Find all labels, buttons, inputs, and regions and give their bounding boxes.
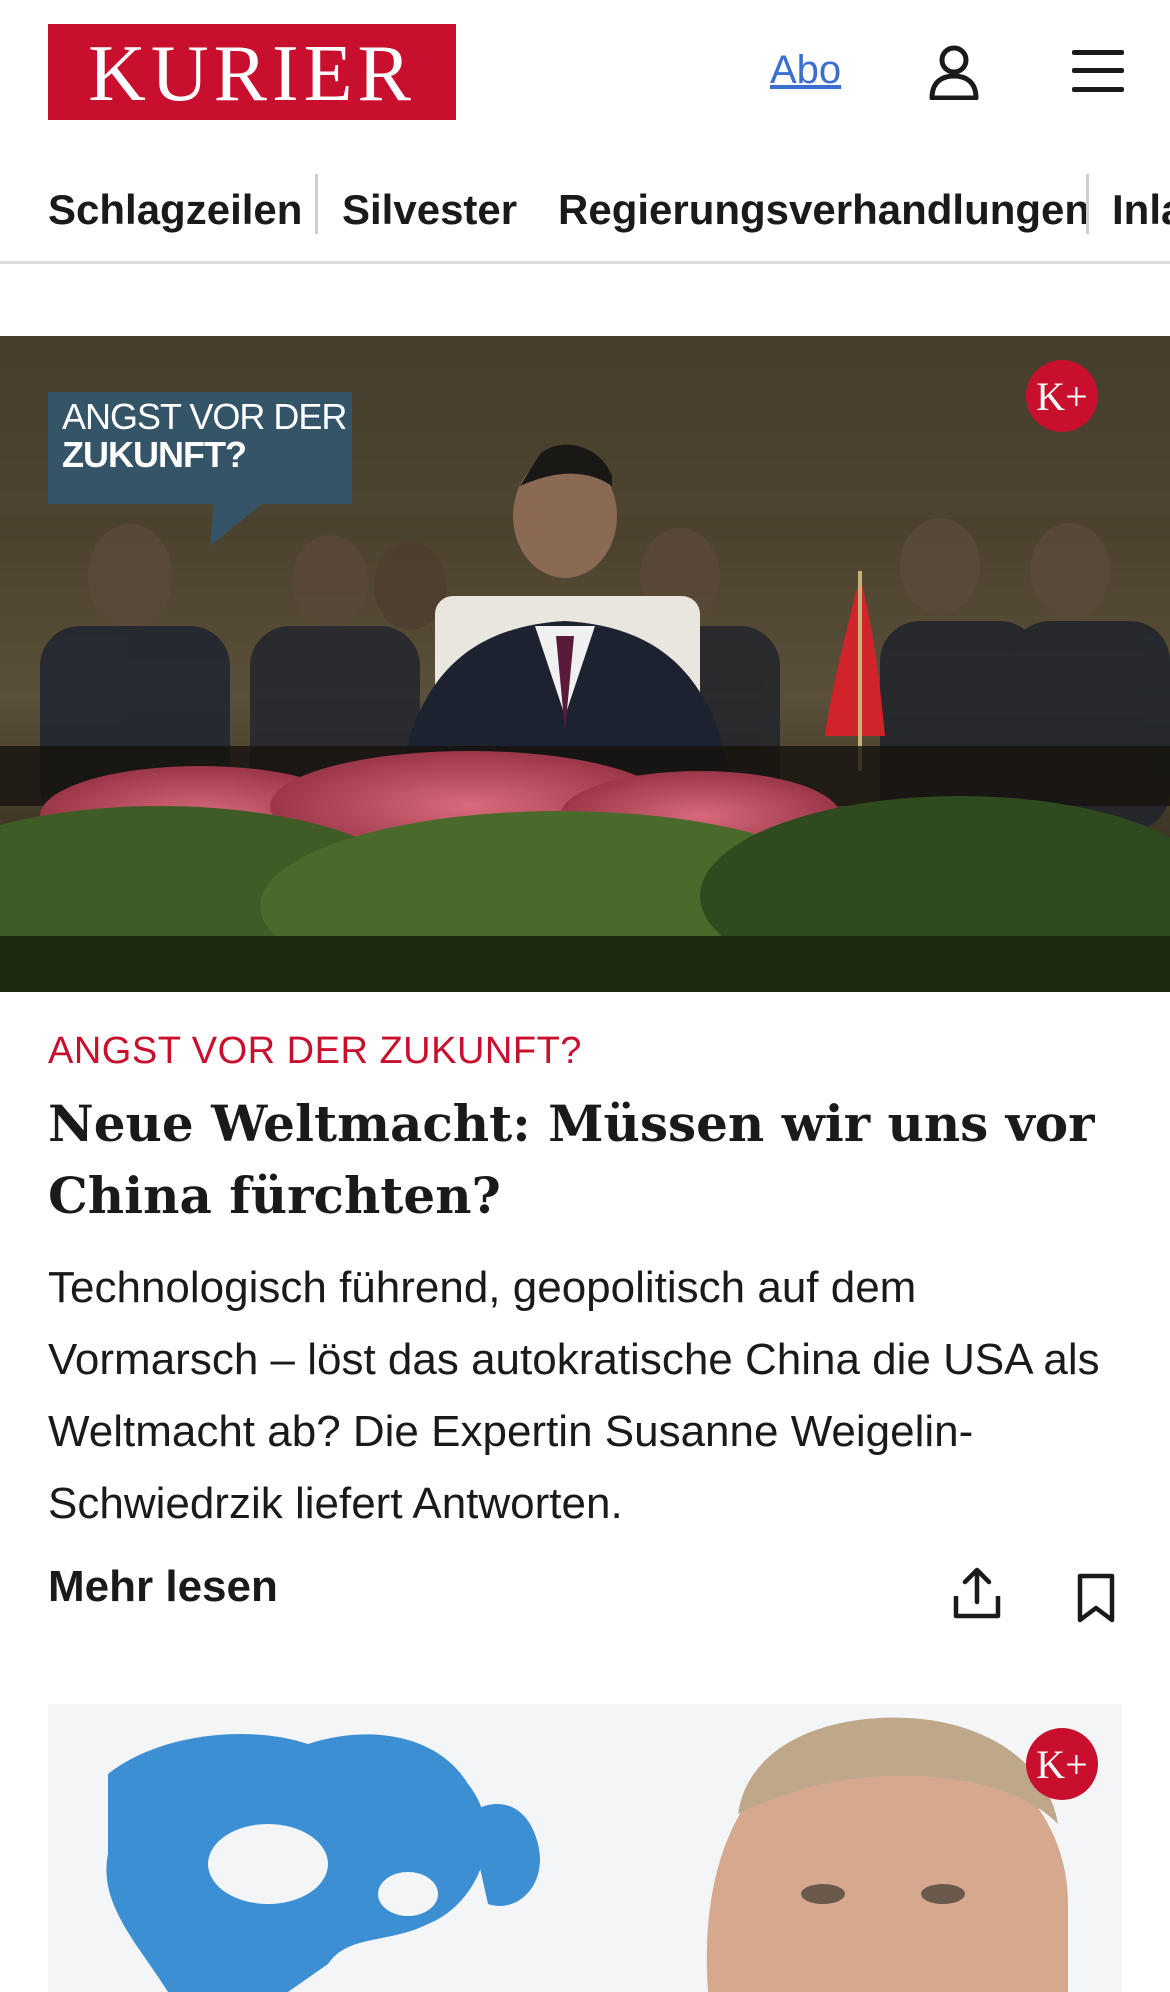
user-icon[interactable] <box>928 44 980 100</box>
site-header: KURIER Abo <box>0 0 1170 148</box>
bookmark-icon[interactable] <box>1072 1572 1120 1624</box>
image-overlay-line1: ANGST VOR DER <box>62 396 347 437</box>
article-kicker: ANGST VOR DER ZUKUNFT? <box>48 1030 582 1072</box>
article-hero-image[interactable]: ANGST VOR DER ZUKUNFT? K+ <box>0 336 1170 992</box>
premium-badge-icon: K+ <box>1026 360 1098 432</box>
second-article-photo <box>48 1704 1122 1992</box>
nav-item-schlagzeilen[interactable]: Schlagzeilen <box>48 160 302 260</box>
share-icon[interactable] <box>952 1566 1002 1620</box>
nav-item-silvester[interactable]: Silvester <box>342 160 517 260</box>
article-card-image[interactable]: K+ <box>48 1704 1122 1992</box>
category-nav: Schlagzeilen Silvester Regierungsverhand… <box>0 160 1170 264</box>
image-overlay-line2: ZUKUNFT? <box>62 434 247 475</box>
hamburger-menu-icon[interactable] <box>1070 48 1126 94</box>
abo-link[interactable]: Abo <box>770 48 841 93</box>
kurier-logo[interactable]: KURIER <box>48 24 456 120</box>
nav-divider <box>315 174 318 234</box>
nav-item-inland[interactable]: Inla <box>1112 160 1170 260</box>
read-more-link[interactable]: Mehr lesen <box>48 1562 278 1612</box>
article-teaser: Technologisch führend, geopolitisch auf … <box>48 1263 1100 1528</box>
article-headline[interactable]: Neue Weltmacht: Müssen wir uns vor China… <box>48 1088 1108 1232</box>
premium-badge-icon: K+ <box>1026 1728 1098 1800</box>
nav-item-regierungsverhandlungen[interactable]: Regierungsverhandlungen <box>558 160 1090 260</box>
nav-divider <box>1086 174 1089 234</box>
logo-text: KURIER <box>88 30 416 118</box>
